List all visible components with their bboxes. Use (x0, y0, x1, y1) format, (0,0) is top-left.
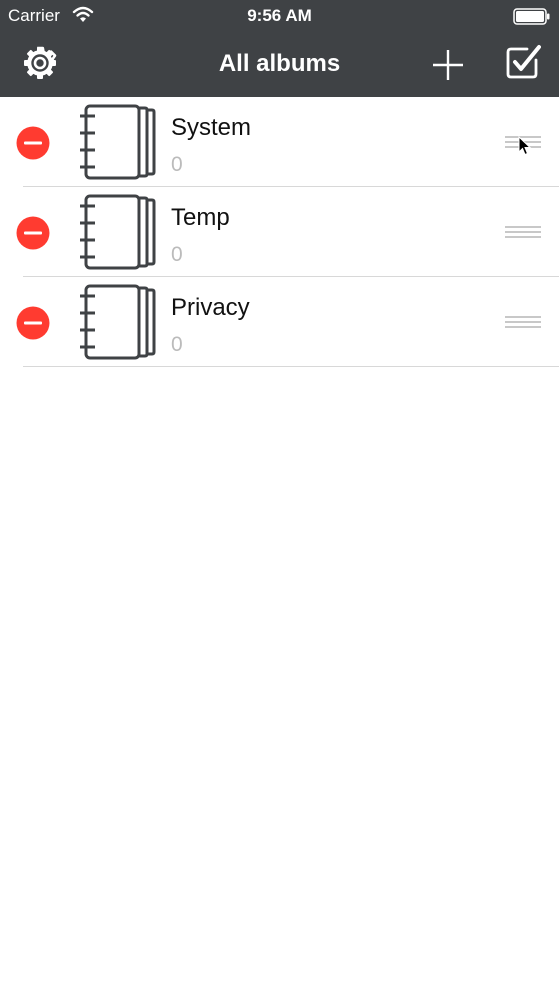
checkbox-icon[interactable] (505, 44, 541, 80)
reorder-icon[interactable] (505, 224, 541, 240)
notebook-icon (80, 194, 156, 270)
list-item[interactable]: Temp 0 (0, 187, 559, 277)
delete-circle-icon[interactable] (16, 216, 50, 250)
delete-circle-icon[interactable] (16, 126, 50, 160)
reorder-icon[interactable] (505, 314, 541, 330)
delete-circle-icon[interactable] (16, 306, 50, 340)
list-item[interactable]: Privacy 0 (0, 277, 559, 367)
mouse-pointer-icon (518, 136, 532, 156)
list-item[interactable]: System 0 (0, 97, 559, 187)
album-list: System 0 Temp 0 Privacy 0 (0, 97, 559, 367)
status-bar: Carrier 9:56 AM (0, 0, 559, 32)
album-count: 0 (171, 333, 183, 356)
row-divider (23, 366, 559, 367)
page-title: All albums (218, 50, 341, 77)
plus-icon[interactable] (431, 48, 465, 82)
album-name: System (171, 114, 252, 141)
album-count: 0 (171, 153, 183, 176)
battery-icon (513, 8, 550, 25)
album-name: Temp (171, 204, 230, 231)
album-count: 0 (171, 243, 183, 266)
album-name: Privacy (171, 294, 250, 321)
notebook-icon (80, 284, 156, 360)
screen: Carrier 9:56 AM All albums System 0 Temp… (0, 0, 559, 998)
notebook-icon (80, 104, 156, 180)
nav-bar: All albums (0, 32, 559, 97)
status-time: 9:56 AM (247, 6, 312, 25)
